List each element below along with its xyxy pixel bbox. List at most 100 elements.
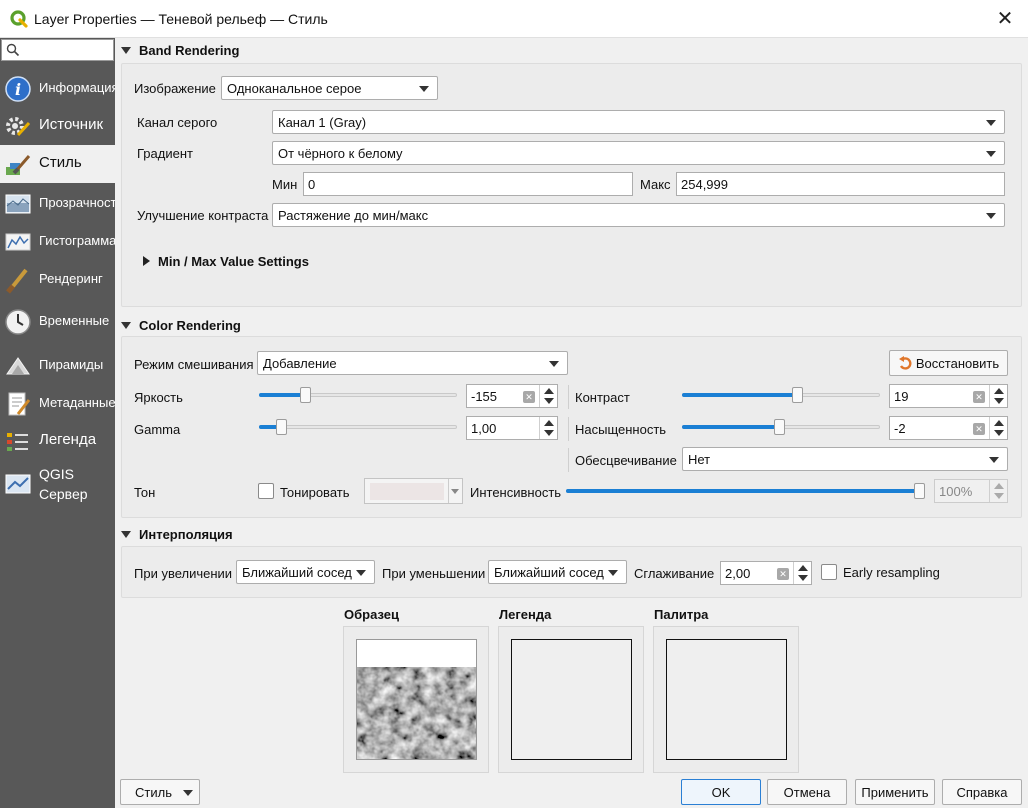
info-icon: i <box>5 76 31 102</box>
grayscale-label: Обесцвечивание <box>575 453 677 468</box>
sidebar-item-label: Рендеринг <box>39 271 103 286</box>
early-resampling-checkbox[interactable] <box>821 564 837 580</box>
clock-icon <box>5 309 31 335</box>
sidebar-item-label: Временные <box>39 313 110 328</box>
max-label: Макс <box>640 177 671 192</box>
saturation-label: Насыщенность <box>575 422 667 437</box>
sidebar-item-temporal[interactable]: Временные <box>0 302 115 340</box>
brightness-slider[interactable] <box>259 387 457 403</box>
colorize-color-button[interactable] <box>364 478 463 504</box>
grayscale-combo[interactable]: Нет <box>682 447 1008 471</box>
min-value-field[interactable]: 0 <box>303 172 633 196</box>
help-button[interactable]: Справка <box>942 779 1022 805</box>
sample-label: Образец <box>344 607 399 622</box>
zoom-in-resampling-combo[interactable]: Ближайший сосед <box>236 560 375 584</box>
blend-mode-combo[interactable]: Добавление <box>257 351 568 375</box>
sidebar: i Информация Источник Стиль Прозрачност … <box>0 38 115 808</box>
sidebar-item-metadata[interactable]: Метаданные <box>0 384 115 422</box>
slider-handle <box>276 419 287 435</box>
image-type-combo[interactable]: Одноканальное серое <box>221 76 438 100</box>
source-icon <box>6 117 31 137</box>
zoom-in-label: При увеличении <box>134 566 233 581</box>
interpolation-group: При увеличении Ближайший сосед При умень… <box>121 546 1022 598</box>
title-bar: Layer Properties — Теневой рельеф — Стил… <box>0 0 1028 38</box>
qgis-logo-icon <box>10 10 28 28</box>
band-rendering-header[interactable]: Band Rendering <box>121 43 239 58</box>
window-title: Layer Properties — Теневой рельеф — Стил… <box>34 11 328 27</box>
transparency-icon <box>5 194 31 214</box>
zoom-out-resampling-combo[interactable]: Ближайший сосед <box>488 560 627 584</box>
contrast-enhancement-combo[interactable]: Растяжение до мин/макс <box>272 203 1005 227</box>
band-rendering-group: Изображение Одноканальное серое Канал се… <box>121 63 1022 307</box>
apply-button[interactable]: Применить <box>855 779 935 805</box>
reset-button[interactable]: Восстановить <box>889 350 1008 376</box>
collapse-triangle-icon <box>121 322 131 329</box>
style-menu-button[interactable]: Стиль <box>120 779 200 805</box>
saturation-slider[interactable] <box>682 419 880 435</box>
chevron-down-icon <box>608 570 618 576</box>
slider-handle <box>914 483 925 499</box>
expand-triangle-icon <box>143 256 150 266</box>
max-value-field[interactable]: 254,999 <box>676 172 1005 196</box>
contrast-spinbox[interactable]: 19 ✕ <box>889 384 1008 408</box>
brightness-spinbox[interactable]: -155 ✕ <box>466 384 558 408</box>
sidebar-item-legend[interactable]: Легенда <box>0 422 115 460</box>
saturation-spinbox[interactable]: -2 ✕ <box>889 416 1008 440</box>
intensity-spinbox[interactable]: 100% <box>934 479 1008 503</box>
sidebar-item-histogram[interactable]: Гистограмма <box>0 222 115 260</box>
collapse-triangle-icon <box>121 531 131 538</box>
color-rendering-header[interactable]: Color Rendering <box>121 318 241 333</box>
colorize-label: Тонировать <box>280 485 350 500</box>
sidebar-item-style[interactable]: Стиль <box>0 145 115 183</box>
gradient-combo[interactable]: От чёрного к белому <box>272 141 1005 165</box>
close-icon[interactable]: ✕ <box>994 9 1016 31</box>
sidebar-item-label: Гистограмма <box>39 233 115 248</box>
legend-icon <box>7 433 28 451</box>
sidebar-item-qgis-server[interactable]: QGIS Сервер <box>0 460 115 508</box>
hillshade-preview-icon <box>357 667 476 759</box>
brightness-label: Яркость <box>134 390 183 405</box>
gamma-slider[interactable] <box>259 419 457 435</box>
chevron-down-icon <box>419 86 429 92</box>
palette-preview-frame <box>666 639 787 760</box>
color-swatch <box>370 483 444 500</box>
sidebar-item-transparency[interactable]: Прозрачност <box>0 184 115 222</box>
chevron-down-icon <box>986 151 996 157</box>
intensity-slider[interactable] <box>566 483 925 499</box>
sidebar-item-label: QGIS <box>39 466 75 482</box>
undo-icon <box>898 356 912 370</box>
rendering-icon <box>6 268 28 294</box>
sidebar-item-label: Метаданные <box>39 395 115 410</box>
divider <box>568 385 569 409</box>
chevron-down-icon <box>356 570 366 576</box>
sample-preview-image <box>356 639 477 760</box>
colorize-checkbox[interactable] <box>258 483 274 499</box>
contrast-slider[interactable] <box>682 387 880 403</box>
collapse-triangle-icon <box>121 47 131 54</box>
sidebar-item-information[interactable]: i Информация <box>0 69 115 107</box>
sidebar-item-label: Информация <box>39 80 115 95</box>
cancel-button[interactable]: Отмена <box>767 779 847 805</box>
oversampling-spinbox[interactable]: 2,00 ✕ <box>720 561 812 585</box>
interpolation-header[interactable]: Интерполяция <box>121 527 233 542</box>
sidebar-item-pyramids[interactable]: Пирамиды <box>0 346 115 384</box>
legend-preview-frame <box>511 639 632 760</box>
clear-icon: ✕ <box>777 568 789 580</box>
sidebar-item-rendering[interactable]: Рендеринг <box>0 260 115 298</box>
gamma-spinbox[interactable]: 1,00 <box>466 416 558 440</box>
contrast-enhancement-label: Улучшение контраста <box>137 208 269 223</box>
chevron-down-icon <box>989 457 999 463</box>
legend-preview-group <box>498 626 644 773</box>
gradient-label: Градиент <box>137 146 193 161</box>
chevron-down-icon <box>451 489 459 494</box>
gray-band-label: Канал серого <box>137 115 218 130</box>
search-input[interactable] <box>1 39 114 61</box>
sidebar-item-source[interactable]: Источник <box>0 107 115 145</box>
sidebar-item-label: Стиль <box>39 154 82 171</box>
ok-button[interactable]: OK <box>681 779 761 805</box>
slider-handle <box>792 387 803 403</box>
color-rendering-group: Режим смешивания Добавление Восстановить… <box>121 336 1022 518</box>
minmax-settings-toggle[interactable]: Min / Max Value Settings <box>143 254 309 269</box>
sidebar-item-label: Прозрачност <box>39 195 115 210</box>
gray-band-combo[interactable]: Канал 1 (Gray) <box>272 110 1005 134</box>
